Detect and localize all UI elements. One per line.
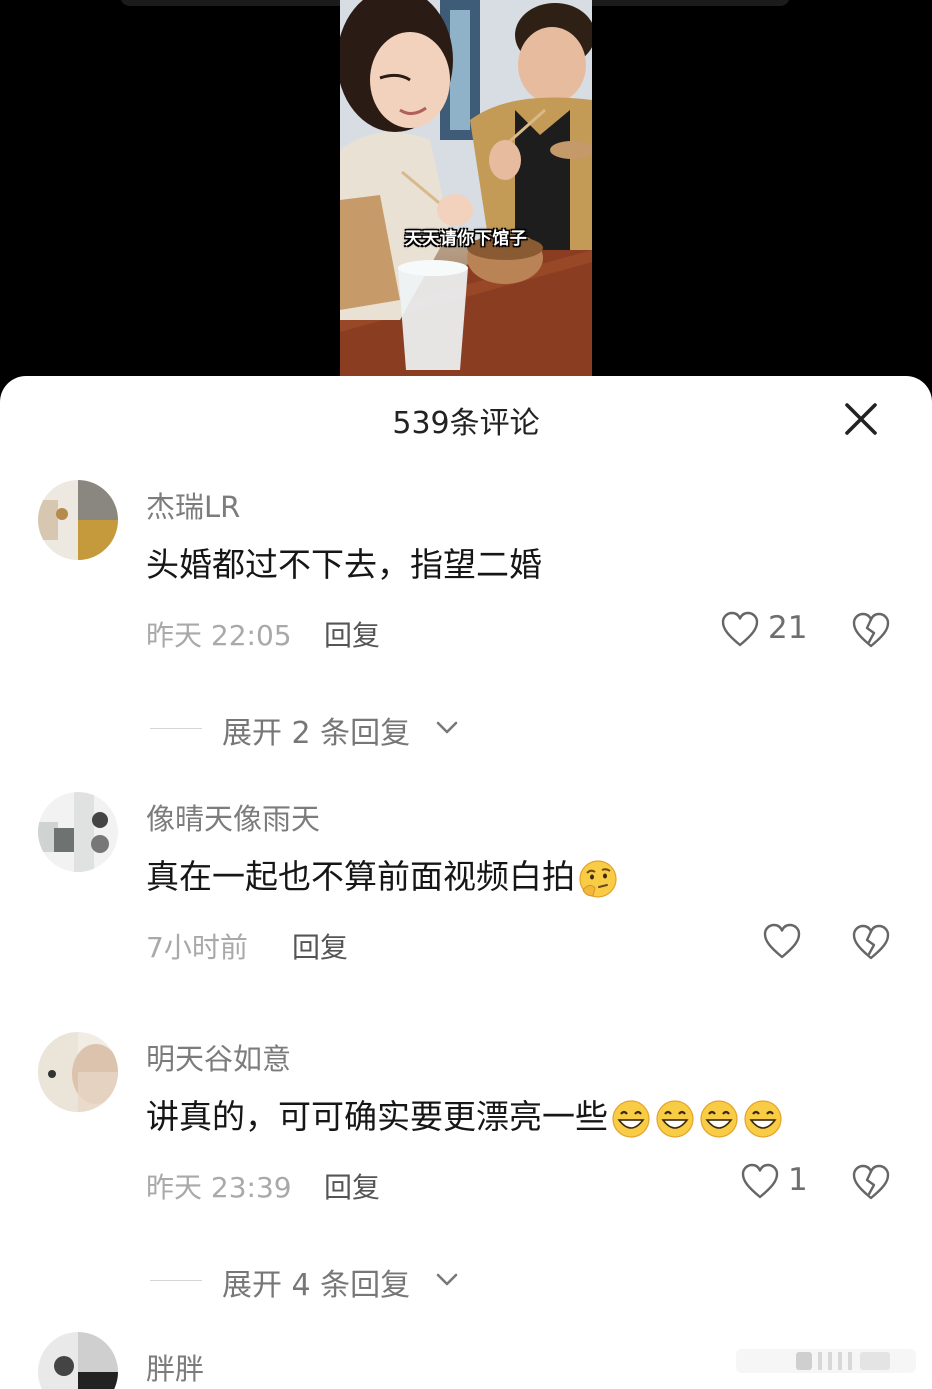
like-button[interactable]: 21 <box>720 608 816 652</box>
expand-replies-label: 展开 4 条回复 <box>222 1268 411 1303</box>
heart-outline-icon <box>763 923 801 959</box>
chevron-down-icon <box>436 1273 458 1286</box>
reply-button[interactable]: 回复 <box>324 614 380 654</box>
thinking-face-emoji <box>579 859 617 898</box>
close-icon <box>845 403 877 435</box>
grinning-face-emoji <box>656 1099 694 1138</box>
avatar[interactable] <box>38 792 118 872</box>
comment-item: 明天谷如意 讲真的，可可确实要更漂亮一些 昨天 23:39 回复 1 展开 4 … <box>0 1028 932 1328</box>
app-screen: 天天请你下馆子 539条评论 杰瑞LR 头婚都过不下去，指望二婚 昨天 22:0… <box>0 0 932 1389</box>
reply-button[interactable]: 回复 <box>292 926 348 966</box>
heart-outline-icon <box>721 611 759 647</box>
video-scene-illustration <box>340 0 592 400</box>
comment-text: 讲真的，可可确实要更漂亮一些 <box>146 1090 784 1140</box>
sheet-header: 539条评论 <box>0 376 932 460</box>
avatar[interactable] <box>38 480 118 560</box>
avatar[interactable] <box>38 1032 118 1112</box>
video-caption: 天天请你下馆子 <box>404 229 528 249</box>
video-player[interactable]: 天天请你下馆子 <box>0 0 932 400</box>
comment-time: 昨天 23:39 <box>146 1171 292 1204</box>
grinning-face-emoji <box>612 1099 650 1138</box>
comment-item: 杰瑞LR 头婚都过不下去，指望二婚 昨天 22:05 回复 21 展开 2 条回… <box>0 480 932 770</box>
comment-sheet: 539条评论 杰瑞LR 头婚都过不下去，指望二婚 昨天 22:05 回复 21 … <box>0 376 932 1389</box>
comment-time: 7小时前 <box>146 931 248 964</box>
comment-username[interactable]: 胖胖 <box>146 1346 204 1388</box>
comment-username[interactable]: 像晴天像雨天 <box>146 796 320 838</box>
comment-item: 像晴天像雨天 真在一起也不算前面视频白拍 7小时前 回复 <box>0 778 932 1008</box>
comment-username[interactable]: 明天谷如意 <box>146 1036 291 1078</box>
watermark-logo <box>736 1349 916 1373</box>
comment-count-title: 539条评论 <box>392 406 540 441</box>
grinning-face-emoji <box>744 1099 782 1138</box>
comment-text: 头婚都过不下去，指望二婚 <box>146 545 542 584</box>
reply-button[interactable]: 回复 <box>324 1166 380 1206</box>
grinning-face-emoji <box>700 1099 738 1138</box>
dislike-button[interactable] <box>850 1162 892 1204</box>
video-frame[interactable]: 天天请你下馆子 <box>340 0 592 400</box>
avatar[interactable] <box>38 1332 118 1389</box>
like-count: 21 <box>768 610 808 646</box>
broken-heart-icon <box>852 612 890 648</box>
like-button[interactable] <box>762 920 806 964</box>
comment-text: 真在一起也不算前面视频白拍 <box>146 850 619 900</box>
heart-outline-icon <box>741 1163 779 1199</box>
comment-time: 昨天 22:05 <box>146 619 292 652</box>
comment-text-body: 真在一起也不算前面视频白拍 <box>146 857 575 896</box>
broken-heart-icon <box>852 1164 890 1200</box>
comment-username[interactable]: 杰瑞LR <box>146 484 240 526</box>
chevron-down-icon <box>436 721 458 734</box>
comment-text-body: 讲真的，可可确实要更漂亮一些 <box>146 1097 608 1136</box>
divider-line <box>150 728 202 729</box>
like-count: 1 <box>788 1162 808 1198</box>
broken-heart-icon <box>852 924 890 960</box>
expand-replies-button[interactable]: 展开 2 条回复 <box>150 708 470 751</box>
expand-replies-button[interactable]: 展开 4 条回复 <box>150 1260 470 1303</box>
close-button[interactable] <box>838 396 884 442</box>
expand-replies-label: 展开 2 条回复 <box>222 716 411 751</box>
dislike-button[interactable] <box>850 922 892 964</box>
divider-line <box>150 1280 202 1281</box>
like-button[interactable]: 1 <box>740 1160 816 1204</box>
dislike-button[interactable] <box>850 610 892 652</box>
